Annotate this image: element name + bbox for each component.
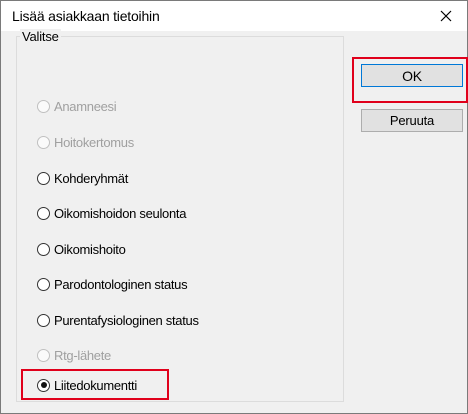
radio-label: Purentafysiologinen status xyxy=(54,312,199,328)
radio-circle-icon xyxy=(37,348,50,362)
radio-anamneesi[interactable]: Anamneesi xyxy=(37,96,117,116)
radio-circle-icon xyxy=(37,206,50,220)
radio-label: Hoitokertomus xyxy=(54,134,134,150)
cancel-button[interactable]: Peruuta xyxy=(361,109,463,132)
radio-label: Oikomishoidon seulonta xyxy=(54,205,187,221)
highlight-box-liitedokumentti xyxy=(21,369,169,400)
radio-rtg-lahete[interactable]: Rtg-lähete xyxy=(37,345,111,365)
radio-label: Kohderyhmät xyxy=(54,170,129,186)
highlight-box-ok xyxy=(352,57,468,103)
close-icon xyxy=(440,10,452,22)
radio-kohderyhmat[interactable]: Kohderyhmät xyxy=(37,168,128,188)
group-label: Valitse xyxy=(20,29,61,44)
close-button[interactable] xyxy=(431,3,461,29)
radio-hoitokertomus[interactable]: Hoitokertomus xyxy=(37,132,134,152)
radio-circle-icon xyxy=(37,242,50,256)
radio-label: Oikomishoito xyxy=(54,241,126,257)
radio-circle-icon xyxy=(37,171,50,185)
radio-parodontologinen-status[interactable]: Parodontologinen status xyxy=(37,274,188,294)
radio-label: Parodontologinen status xyxy=(54,276,188,292)
window-title: Lisää asiakkaan tietoihin xyxy=(12,8,160,24)
radio-oikomishoito[interactable]: Oikomishoito xyxy=(37,239,126,259)
radio-label: Anamneesi xyxy=(54,98,117,114)
radio-circle-icon xyxy=(37,135,50,149)
radio-purentafysiologinen-status[interactable]: Purentafysiologinen status xyxy=(37,310,199,330)
radio-circle-icon xyxy=(37,277,50,291)
title-bar: Lisää asiakkaan tietoihin xyxy=(1,1,467,31)
radio-label: Rtg-lähete xyxy=(54,347,111,363)
radio-circle-icon xyxy=(37,99,50,113)
radio-oikomishoidon-seulonta[interactable]: Oikomishoidon seulonta xyxy=(37,203,186,223)
radio-circle-icon xyxy=(37,313,50,327)
